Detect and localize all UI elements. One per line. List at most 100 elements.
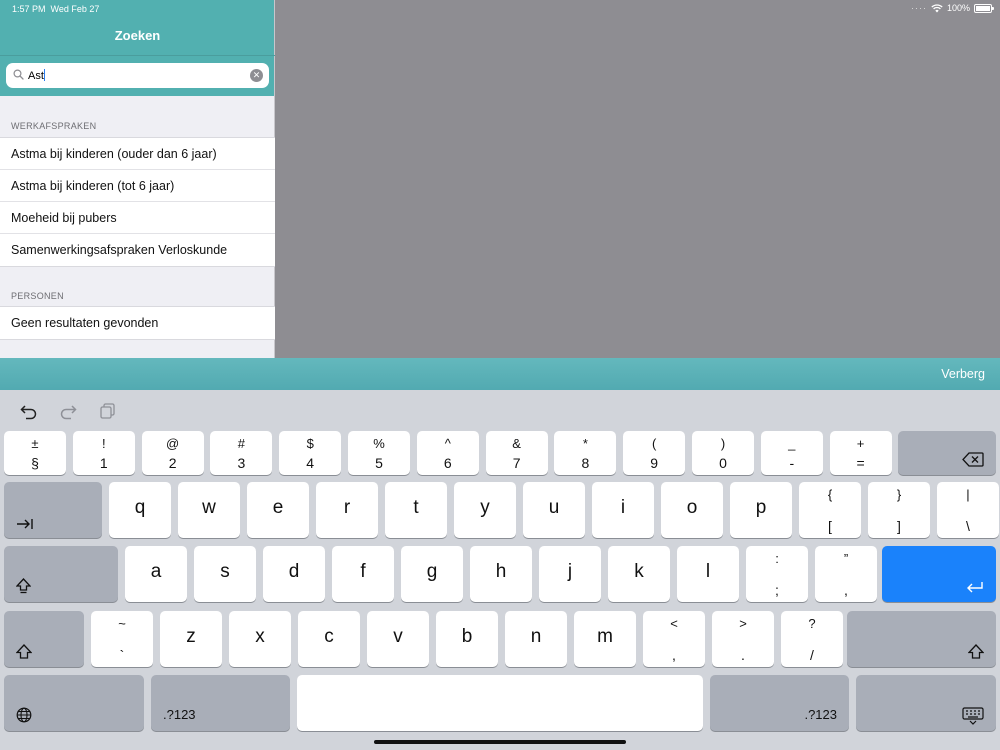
letter-key[interactable]: y: [454, 482, 516, 538]
symbol-key[interactable]: }]: [868, 482, 930, 538]
tab-key[interactable]: [4, 482, 102, 538]
battery-icon: [974, 3, 994, 13]
list-item[interactable]: Astma bij kinderen (ouder dan 6 jaar): [0, 138, 275, 170]
search-query: Ast: [28, 69, 45, 82]
letter-key[interactable]: k: [608, 546, 670, 602]
key-upper-label: |: [966, 487, 970, 502]
letter-key[interactable]: r: [316, 482, 378, 538]
letter-key[interactable]: x: [229, 611, 291, 667]
key-lower-label: 8: [581, 455, 590, 471]
key-upper-label: @: [165, 436, 180, 451]
numbers-key-label: .?123: [804, 707, 837, 722]
key-label: u: [548, 497, 560, 518]
number-key[interactable]: $4: [279, 431, 342, 475]
key-lower-label: .: [741, 647, 745, 663]
symbol-key[interactable]: ”,: [815, 546, 877, 602]
key-label: j: [567, 561, 573, 582]
key-upper-label: !: [101, 436, 106, 451]
letter-key[interactable]: f: [332, 546, 394, 602]
key-label: f: [360, 561, 366, 582]
key-upper-label: ”: [843, 551, 849, 566]
letter-key[interactable]: p: [730, 482, 792, 538]
number-key[interactable]: + =: [829, 431, 892, 475]
letter-key[interactable]: c: [298, 611, 360, 667]
letter-key[interactable]: w: [178, 482, 240, 538]
key-label: h: [495, 561, 507, 582]
letter-key[interactable]: h: [470, 546, 532, 602]
letter-key[interactable]: d: [263, 546, 325, 602]
globe-key[interactable]: [4, 675, 144, 731]
key-label: v: [393, 626, 403, 647]
number-key[interactable]: ^ 6: [416, 431, 479, 475]
undo-icon[interactable]: [20, 402, 38, 420]
numbers-key-right[interactable]: .?123: [710, 675, 849, 731]
number-key[interactable]: @2: [141, 431, 204, 475]
paste-icon[interactable]: [99, 402, 117, 420]
letter-key[interactable]: o: [661, 482, 723, 538]
key-lower-label: 9: [650, 455, 659, 471]
letter-key[interactable]: b: [436, 611, 498, 667]
letter-key[interactable]: n: [505, 611, 567, 667]
clear-search-icon[interactable]: ✕: [250, 69, 263, 82]
header-divider: [0, 55, 275, 56]
letter-key[interactable]: s: [194, 546, 256, 602]
shift-icon: [968, 644, 984, 659]
symbol-key[interactable]: :;: [746, 546, 808, 602]
key-label: g: [426, 561, 438, 582]
letter-key[interactable]: i: [592, 482, 654, 538]
shift-right-key[interactable]: [847, 611, 996, 667]
numbers-key-left[interactable]: .?123: [151, 675, 290, 731]
key-upper-label: }: [896, 487, 902, 502]
key-label: n: [530, 626, 542, 647]
letter-key[interactable]: e: [247, 482, 309, 538]
number-key[interactable]: #3: [210, 431, 273, 475]
number-key[interactable]: % 5: [348, 431, 410, 475]
list-item[interactable]: Samenwerkingsafspraken Verloskunde: [0, 234, 275, 266]
letter-key[interactable]: j: [539, 546, 601, 602]
list-item[interactable]: Astma bij kinderen (tot 6 jaar): [0, 170, 275, 202]
key-upper-label: &: [512, 436, 521, 451]
letter-key[interactable]: z: [160, 611, 222, 667]
key-upper-label: *: [582, 436, 588, 451]
section-header-werkafspraken: WERKAFSPRAKEN: [11, 121, 97, 131]
key-label: s: [220, 561, 230, 582]
number-key[interactable]: * 8: [554, 431, 617, 475]
symbol-key[interactable]: ? /: [781, 611, 843, 667]
symbol-key[interactable]: {[: [799, 482, 861, 538]
caps-lock-key[interactable]: [4, 546, 118, 602]
number-key[interactable]: ) 0: [692, 431, 754, 475]
delete-key[interactable]: [898, 431, 996, 475]
letter-key[interactable]: m: [574, 611, 636, 667]
key-label: p: [755, 497, 767, 518]
letter-key[interactable]: u: [523, 482, 585, 538]
letter-key[interactable]: g: [401, 546, 463, 602]
symbol-key[interactable]: | \: [937, 482, 999, 538]
number-key[interactable]: & 7: [485, 431, 548, 475]
hide-keyboard-button[interactable]: Verberg: [941, 367, 985, 381]
letter-key[interactable]: l: [677, 546, 739, 602]
redo-icon[interactable]: [59, 402, 77, 420]
letter-key[interactable]: t: [385, 482, 447, 538]
key-upper-label: ~: [118, 616, 126, 631]
key-upper-label: {: [827, 487, 833, 502]
letter-key[interactable]: q: [109, 482, 171, 538]
dismiss-keyboard-key[interactable]: [856, 675, 996, 731]
key-lower-label: -: [789, 455, 795, 471]
key-label: q: [134, 497, 146, 518]
letter-key[interactable]: v: [367, 611, 429, 667]
symbol-key[interactable]: >.: [712, 611, 774, 667]
symbol-key[interactable]: ~ `: [91, 611, 153, 667]
shift-left-key[interactable]: [4, 611, 84, 667]
letter-key[interactable]: a: [125, 546, 187, 602]
number-key[interactable]: ± §: [4, 431, 66, 475]
list-item[interactable]: Moeheid bij pubers: [0, 202, 275, 234]
number-key[interactable]: (9: [623, 431, 686, 475]
return-key[interactable]: [882, 546, 996, 602]
number-key[interactable]: ! 1: [72, 431, 135, 475]
space-bar[interactable]: [297, 675, 703, 731]
search-input[interactable]: Ast ✕: [6, 63, 269, 88]
key-lower-label: 3: [237, 455, 246, 471]
symbol-key[interactable]: <,: [643, 611, 705, 667]
number-key[interactable]: _ -: [760, 431, 823, 475]
key-lower-label: /: [810, 647, 814, 663]
